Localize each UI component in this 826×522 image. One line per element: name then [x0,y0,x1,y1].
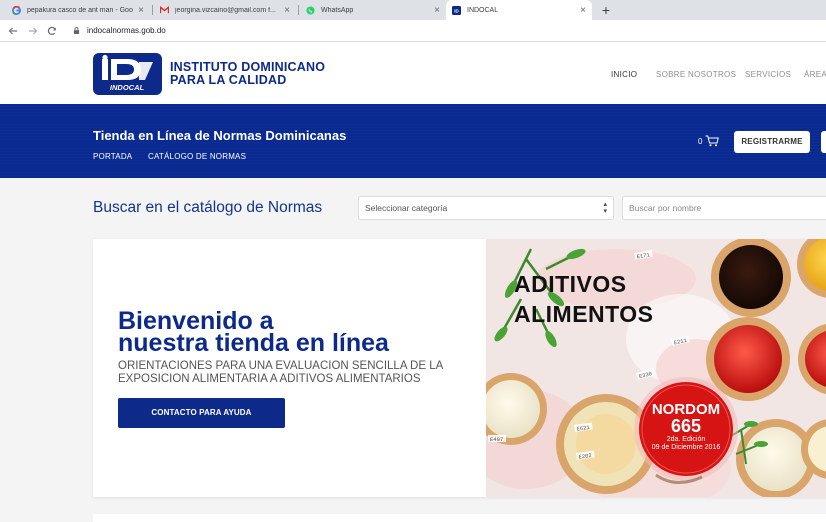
login-button[interactable] [821,131,826,153]
select-arrows-icon: ▴ ▾ [603,201,607,215]
tab-divider [298,5,299,15]
category-select-value: Seleccionar categoría [365,203,448,213]
indocal-icon: ID [452,5,461,15]
seal-date: 09 de Diciembre 2016 [651,444,721,451]
lock-icon [73,27,80,34]
back-button[interactable] [6,23,20,39]
arrow-left-icon [8,27,17,35]
search-heading: Buscar en el catálogo de Normas [93,199,323,216]
tab-whatsapp[interactable]: WhatsApp × [300,0,446,20]
site-name-line2: PARA LA CALIDAD [170,73,287,87]
close-icon[interactable]: × [434,5,440,16]
browser-tab-bar: pepakura casco de ant man - Goo × jeorgi… [0,0,826,20]
address-bar: indocalnormas.gob.do [0,20,826,42]
indocal-logo[interactable]: INDOCAL [93,53,162,95]
tab-label: WhatsApp [321,6,354,14]
link-portada[interactable]: PORTADA [93,152,132,161]
hero-subtitle: ORIENTACIONES PARA UNA EVALUACION SENCIL… [118,360,443,385]
next-section-card [93,514,826,522]
logo-wordmark: INDOCAL [110,83,145,92]
additive-label: E407 [490,436,503,443]
hero-title-line2: nuestra tienda en línea [118,329,389,357]
seal-edition: 2da. Edición [666,436,706,443]
url-field[interactable]: indocalnormas.gob.do [87,25,166,37]
tab-indocal[interactable]: ID INDOCAL × [446,0,592,20]
banner-text-line2: ALIMENTOS [514,301,654,327]
new-tab-button[interactable]: + [598,1,614,19]
tab-label: pepakura casco de ant man - Goo [27,6,133,14]
close-icon[interactable]: × [580,5,586,16]
cart-count: 0 [698,137,703,146]
register-button[interactable]: REGISTRARME [734,131,810,153]
tab-label: INDOCAL [467,6,499,14]
reload-button[interactable] [45,23,59,39]
arrow-right-icon [29,27,38,35]
reload-icon [47,26,56,36]
store-banner: Tienda en Línea de Normas Dominicanas PO… [0,104,826,178]
banner-text-line1: ADITIVOS [514,271,627,297]
close-icon[interactable]: × [138,5,144,16]
site-header: INDOCAL INSTITUTO DOMINICANO PARA LA CAL… [0,42,826,104]
whatsapp-icon [306,5,315,15]
forward-button[interactable] [26,23,40,39]
site-name-line1: INSTITUTO DOMINICANO [170,60,326,74]
tab-label: jeorgina.vizcaino@gmail.com f... [175,6,276,14]
nav-item-areas[interactable]: ÁREAS [804,70,826,79]
tab-divider [152,5,153,15]
food-additives-banner[interactable]: E171 E621 E407 E330 E202 E211 ADITIVOS A… [466,239,826,497]
close-icon[interactable]: × [284,5,290,16]
tab-google-search[interactable]: pepakura casco de ant man - Goo × [6,0,150,20]
google-icon [12,5,21,15]
cart-icon[interactable] [705,135,719,147]
nav-item-sobre-nosotros[interactable]: SOBRE NOSOTROS [656,70,736,79]
search-by-name-input[interactable] [622,196,826,220]
seal-number: 665 [670,416,702,436]
hero-card: Bienvenido a nuestra tienda en línea ORI… [93,239,826,497]
nav-item-inicio[interactable]: INICIO [611,70,637,79]
nav-item-servicios[interactable]: SERVICIOS [745,70,791,79]
svg-text:ID: ID [454,8,459,13]
category-select[interactable]: Seleccionar categoría ▴ ▾ [358,196,614,220]
gmail-icon [160,6,169,15]
contact-help-button[interactable]: CONTACTO PARA AYUDA [118,398,285,428]
tab-gmail[interactable]: jeorgina.vizcaino@gmail.com f... × [154,0,296,20]
store-title: Tienda en Línea de Normas Dominicanas [93,128,347,143]
link-catalogo-normas[interactable]: CATÁLOGO DE NORMAS [148,152,246,161]
